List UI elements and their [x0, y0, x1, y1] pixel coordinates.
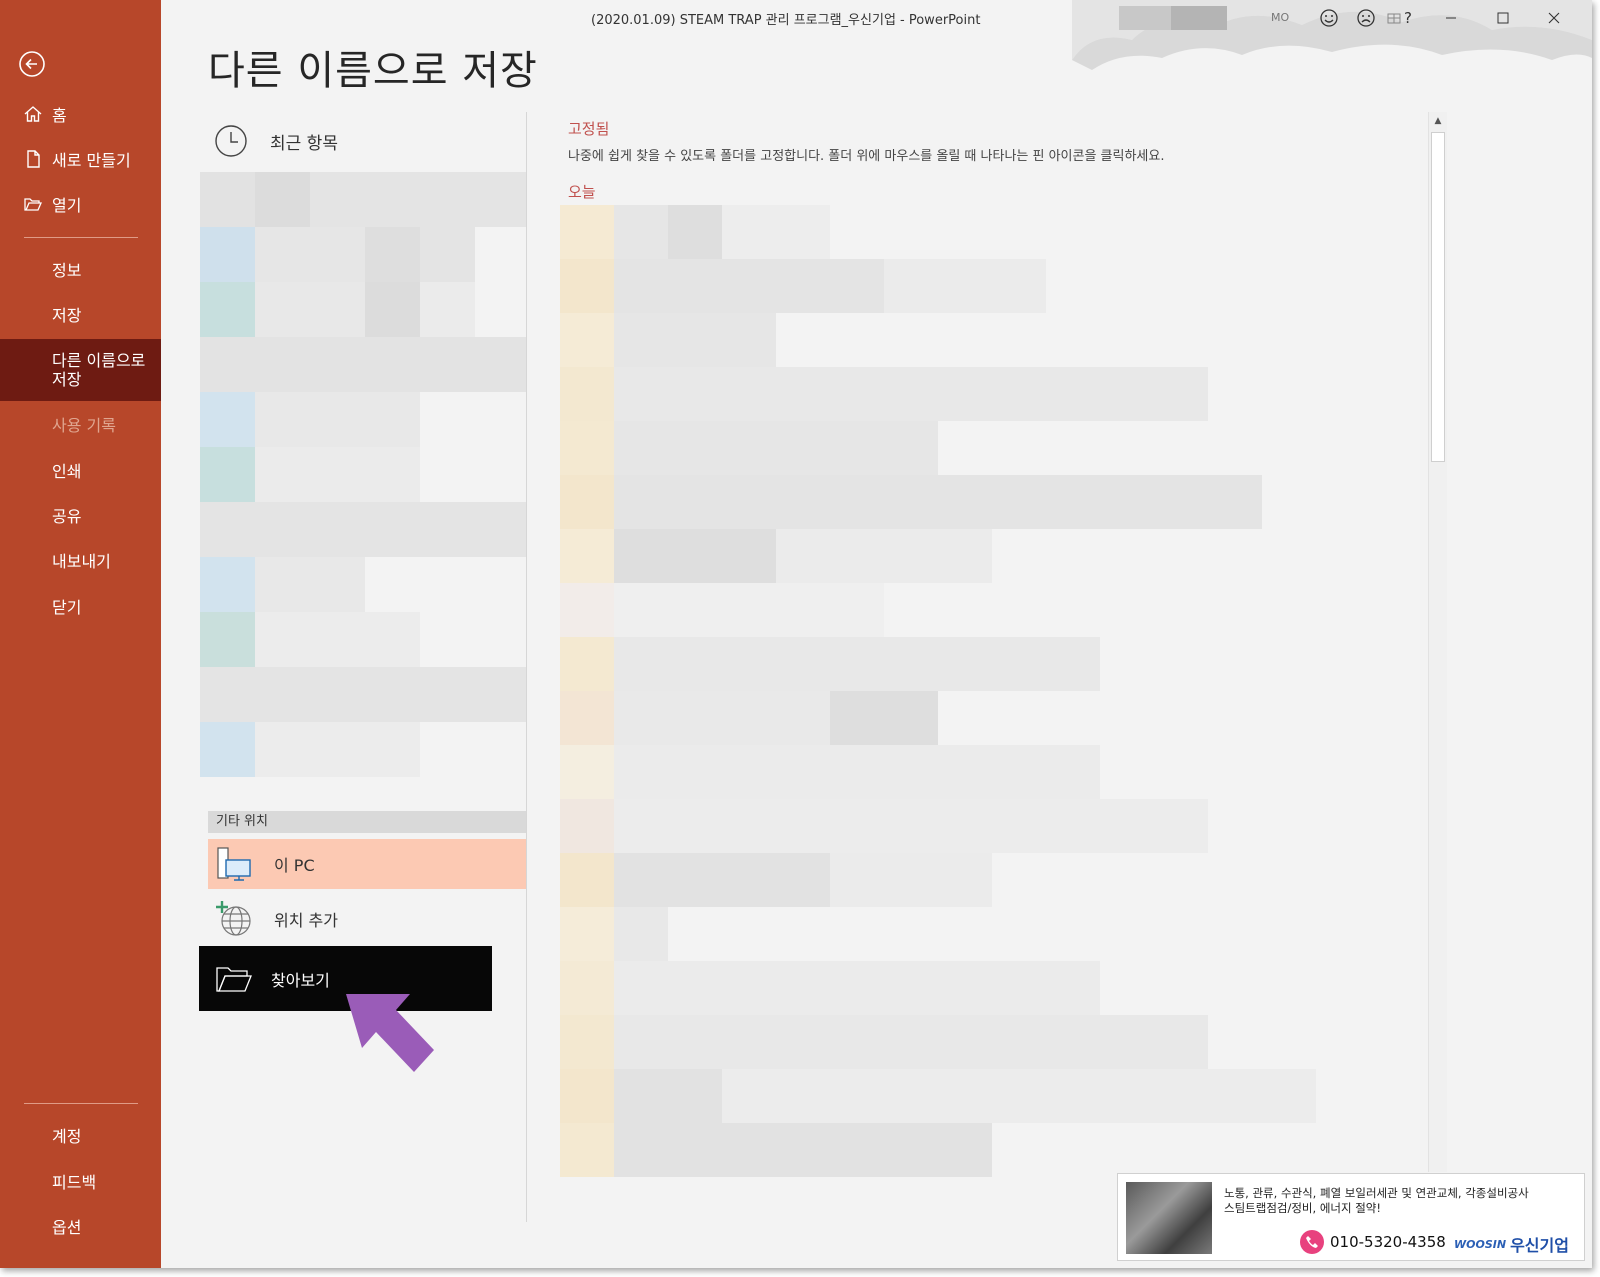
- browse-label: 찾아보기: [271, 970, 330, 990]
- location-this-pc[interactable]: 이 PC: [208, 839, 526, 889]
- ad-line-2: 스팀트랩점검/정비, 에너지 절약!: [1224, 1201, 1381, 1215]
- recent-folders-redacted: [200, 172, 526, 812]
- sidebar-item-save-as[interactable]: 다른 이름으로 저장: [0, 339, 161, 401]
- add-place-label: 위치 추가: [274, 911, 338, 930]
- ad-brand-logo: WOOSIN 우신기업: [1454, 1232, 1569, 1256]
- other-locations-header: 기타 위치: [208, 811, 526, 833]
- sidebar-item-options[interactable]: 옵션: [0, 1204, 161, 1248]
- sidebar-item-open[interactable]: 열기: [0, 182, 161, 226]
- window-title: (2020.01.09) STEAM TRAP 관리 프로그램_우신기업 - P…: [591, 13, 981, 28]
- smile-icon[interactable]: [1318, 7, 1340, 29]
- vertical-scrollbar[interactable]: ▲: [1428, 112, 1447, 1172]
- sidebar-item-label: 피드백: [52, 1173, 97, 1192]
- page-title: 다른 이름으로 저장: [208, 48, 538, 94]
- title-bar: (2020.01.09) STEAM TRAP 관리 프로그램_우신기업 - P…: [161, 0, 1592, 71]
- ad-line-1: 노통, 관류, 수관식, 폐열 보일러세관 및 연관교체, 각종설비공사: [1224, 1186, 1529, 1200]
- ad-banner: 노통, 관류, 수관식, 폐열 보일러세관 및 연관교체, 각종설비공사 스팀트…: [1117, 1173, 1585, 1261]
- sidebar-item-export[interactable]: 내보내기: [0, 538, 161, 582]
- clock-icon: [215, 125, 247, 157]
- sidebar-divider: [24, 237, 138, 238]
- sidebar-item-label: 닫기: [52, 598, 82, 617]
- sidebar-item-info[interactable]: 정보: [0, 247, 161, 291]
- home-icon: [22, 103, 44, 125]
- user-initials[interactable]: MO: [1271, 11, 1289, 24]
- ad-photo: [1126, 1182, 1212, 1254]
- this-pc-label: 이 PC: [274, 856, 315, 875]
- scroll-up-arrow-icon[interactable]: ▲: [1429, 112, 1447, 130]
- sidebar-item-close[interactable]: 닫기: [0, 584, 161, 628]
- sidebar-item-label: 공유: [52, 507, 82, 526]
- sidebar-item-account[interactable]: 계정: [0, 1113, 161, 1157]
- globe-add-icon: [216, 901, 251, 936]
- column-divider: [526, 112, 527, 1222]
- recent-label: 최근 항목: [270, 133, 338, 154]
- powerpoint-window: 홈 새로 만들기 열기 정보 저장 다른 이름으로 저장 사용 기록 인쇄 공유…: [0, 0, 1592, 1268]
- back-arrow-icon[interactable]: [18, 50, 46, 78]
- maximize-icon[interactable]: [1483, 4, 1523, 32]
- sidebar-item-label: 정보: [52, 261, 82, 280]
- ad-brand-en: WOOSIN: [1454, 1237, 1507, 1251]
- sidebar-item-new[interactable]: 새로 만들기: [0, 137, 161, 181]
- ad-phone-number: 010-5320-4358: [1330, 1233, 1446, 1251]
- sidebar-item-share[interactable]: 공유: [0, 493, 161, 537]
- pinned-section-title: 고정됨: [568, 120, 610, 138]
- sidebar-item-print[interactable]: 인쇄: [0, 448, 161, 492]
- sidebar-item-label: 새로 만들기: [52, 151, 131, 170]
- sidebar-item-feedback[interactable]: 피드백: [0, 1159, 161, 1203]
- ad-phone: 010-5320-4358: [1300, 1230, 1446, 1254]
- sidebar-item-label: 열기: [52, 196, 82, 215]
- sidebar-item-label: 계정: [52, 1127, 82, 1146]
- folder-icon: [216, 966, 252, 992]
- ad-brand-kr: 우신기업: [1510, 1236, 1569, 1255]
- sidebar-item-history: 사용 기록: [0, 402, 161, 446]
- minimize-icon[interactable]: [1431, 4, 1471, 32]
- sidebar-item-label: 사용 기록: [52, 416, 116, 435]
- open-folder-icon: [22, 193, 44, 215]
- pinned-description: 나중에 쉽게 찾을 수 있도록 폴더를 고정합니다. 폴더 위에 마우스를 올릴…: [568, 149, 1165, 164]
- new-document-icon: [22, 148, 44, 170]
- sidebar-item-label: 홈: [52, 106, 67, 125]
- today-section-title: 오늘: [568, 183, 596, 201]
- close-icon[interactable]: [1534, 4, 1574, 32]
- computer-icon: [217, 847, 251, 881]
- frown-icon[interactable]: [1355, 7, 1377, 29]
- scroll-thumb[interactable]: [1431, 132, 1445, 462]
- sidebar-item-label: 저장: [52, 306, 82, 325]
- sidebar-item-save[interactable]: 저장: [0, 292, 161, 336]
- sidebar-item-label: 다른 이름으로 저장: [52, 351, 146, 389]
- sidebar-item-home[interactable]: 홈: [0, 92, 161, 136]
- recent-location[interactable]: 최근 항목: [214, 124, 338, 158]
- sidebar-item-label: 내보내기: [52, 552, 111, 571]
- user-name-redacted: [1171, 6, 1227, 30]
- phone-icon: [1300, 1230, 1324, 1254]
- sidebar-item-label: 인쇄: [52, 462, 82, 481]
- pointer-arrow-annotation: [346, 994, 434, 1072]
- help-icon[interactable]: ?: [1397, 7, 1419, 29]
- sidebar-item-label: 옵션: [52, 1218, 82, 1237]
- location-add-place[interactable]: 위치 추가: [208, 894, 526, 944]
- recent-files-redacted: [560, 205, 1426, 1177]
- sidebar-divider: [24, 1103, 138, 1104]
- backstage-sidebar: 홈 새로 만들기 열기 정보 저장 다른 이름으로 저장 사용 기록 인쇄 공유…: [0, 0, 161, 1268]
- ad-text: 노통, 관류, 수관식, 폐열 보일러세관 및 연관교체, 각종설비공사 스팀트…: [1224, 1186, 1579, 1216]
